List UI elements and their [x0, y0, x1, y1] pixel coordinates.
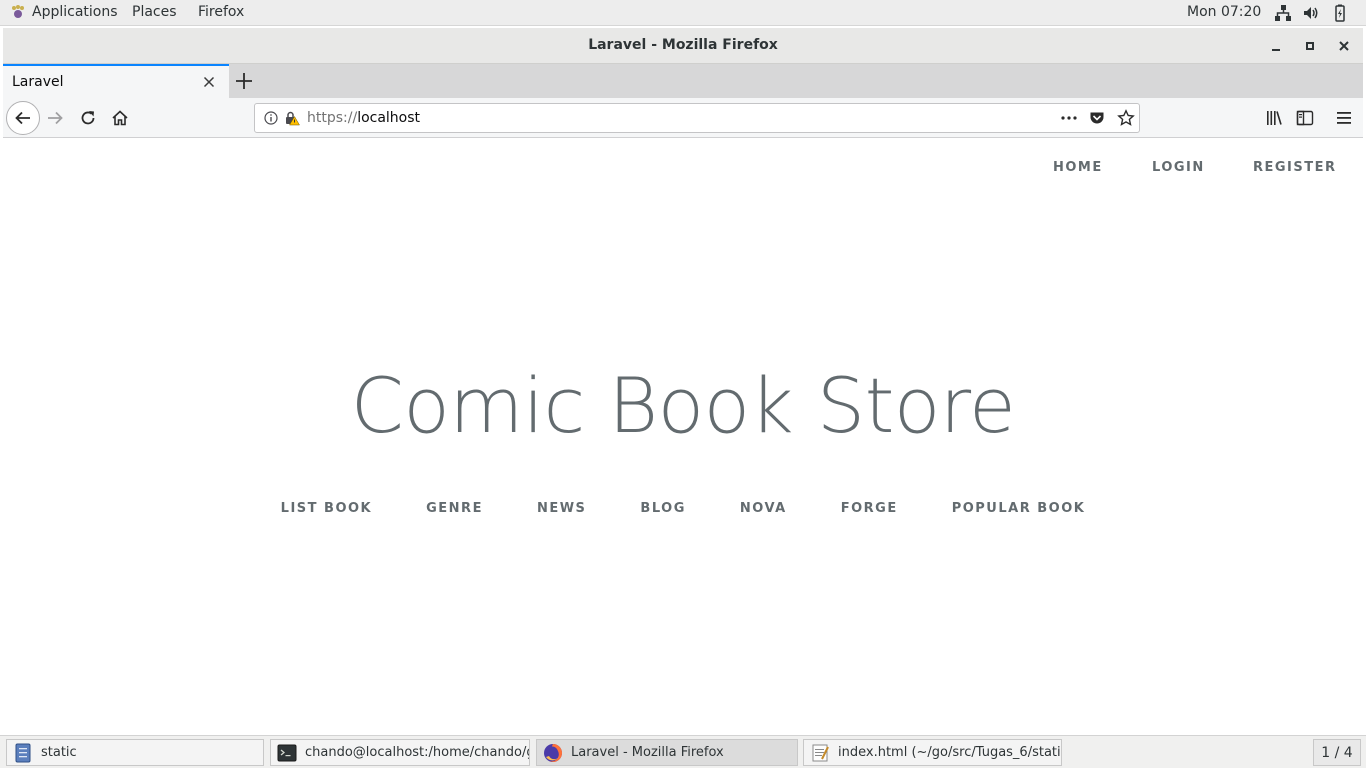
links-row: LIST BOOK GENRE NEWS BLOG NOVA FORGE POP… [3, 501, 1363, 516]
back-button[interactable] [6, 101, 40, 135]
link-popular-book[interactable]: POPULAR BOOK [925, 501, 1113, 516]
task-label: index.html (~/go/src/Tugas_6/static... [838, 745, 1062, 760]
link-genre[interactable]: GENRE [399, 501, 510, 516]
window-title-bar[interactable]: Laravel - Mozilla Firefox [3, 28, 1363, 64]
back-arrow-icon [15, 111, 30, 125]
forward-arrow-icon [48, 111, 63, 125]
forward-button[interactable] [45, 108, 65, 128]
home-icon [112, 110, 128, 126]
insecure-lock-icon[interactable] [284, 110, 300, 126]
navigation-toolbar: https://localhost [3, 98, 1363, 138]
new-tab-icon[interactable] [233, 70, 255, 92]
info-icon[interactable] [264, 111, 278, 125]
tab-label: Laravel [12, 74, 64, 90]
page-title: Comic Book Store [350, 361, 1016, 450]
minimize-icon [1272, 49, 1280, 51]
sidebar-icon[interactable] [1296, 109, 1314, 127]
tab-strip: Laravel [3, 64, 1363, 98]
volume-icon[interactable] [1302, 4, 1320, 22]
network-icon[interactable] [1274, 4, 1292, 22]
link-forge[interactable]: FORGE [814, 501, 925, 516]
home-button[interactable] [110, 108, 130, 128]
page-actions-icon[interactable] [1060, 111, 1078, 125]
task-terminal[interactable]: chando@localhost:/home/chando/g... [270, 739, 530, 766]
file-manager-icon [15, 743, 31, 762]
minimize-button[interactable] [1266, 36, 1286, 56]
applications-label: Applications [32, 4, 118, 20]
task-label: chando@localhost:/home/chando/g... [305, 745, 530, 760]
link-news[interactable]: NEWS [510, 501, 613, 516]
bookmark-star-icon[interactable] [1117, 109, 1135, 127]
places-menu[interactable]: Places [132, 4, 177, 20]
applications-menu[interactable]: Applications [10, 4, 118, 20]
task-label: static [41, 745, 77, 760]
home-link[interactable]: HOME [1053, 160, 1103, 175]
firefox-app-menu[interactable]: Firefox [198, 4, 244, 20]
tab-close-icon[interactable] [201, 74, 217, 90]
task-static[interactable]: static [6, 739, 264, 766]
firefox-icon [544, 743, 562, 762]
maximize-button[interactable] [1300, 36, 1320, 56]
url-host: localhost [357, 110, 421, 126]
url-scheme: https:// [307, 110, 358, 126]
clock[interactable]: Mon 07:20 [1187, 4, 1261, 20]
workspace-indicator[interactable]: 1 / 4 [1313, 739, 1361, 766]
gnome-top-bar: Applications Places Firefox Mon 07:20 [0, 0, 1366, 26]
register-link[interactable]: REGISTER [1253, 160, 1337, 175]
tab-laravel[interactable]: Laravel [3, 64, 229, 98]
terminal-icon [277, 744, 297, 761]
task-label: Laravel - Mozilla Firefox [571, 745, 724, 760]
close-icon [1339, 41, 1349, 51]
window-list-taskbar: static chando@localhost:/home/chando/g..… [0, 735, 1366, 768]
close-window-button[interactable] [1334, 36, 1354, 56]
task-text-editor[interactable]: index.html (~/go/src/Tugas_6/static... [803, 739, 1062, 766]
login-link[interactable]: LOGIN [1152, 160, 1205, 175]
maximize-icon [1306, 42, 1314, 50]
link-blog[interactable]: BLOG [613, 501, 712, 516]
window-title: Laravel - Mozilla Firefox [588, 37, 778, 53]
text-editor-icon [812, 744, 829, 761]
battery-icon[interactable] [1331, 4, 1349, 22]
reload-button[interactable] [78, 108, 98, 128]
link-list-book[interactable]: LIST BOOK [254, 501, 399, 516]
web-page: HOME LOGIN REGISTER Comic Book Store LIS… [3, 139, 1363, 735]
hamburger-menu-icon[interactable] [1335, 109, 1353, 127]
reload-icon [81, 111, 95, 125]
library-icon[interactable] [1265, 109, 1283, 127]
gnome-foot-icon [12, 5, 24, 18]
pocket-icon[interactable] [1089, 110, 1105, 126]
task-firefox[interactable]: Laravel - Mozilla Firefox [536, 739, 798, 766]
url-text[interactable]: https://localhost [307, 110, 420, 126]
url-bar[interactable]: https://localhost [254, 103, 1140, 133]
link-nova[interactable]: NOVA [713, 501, 814, 516]
